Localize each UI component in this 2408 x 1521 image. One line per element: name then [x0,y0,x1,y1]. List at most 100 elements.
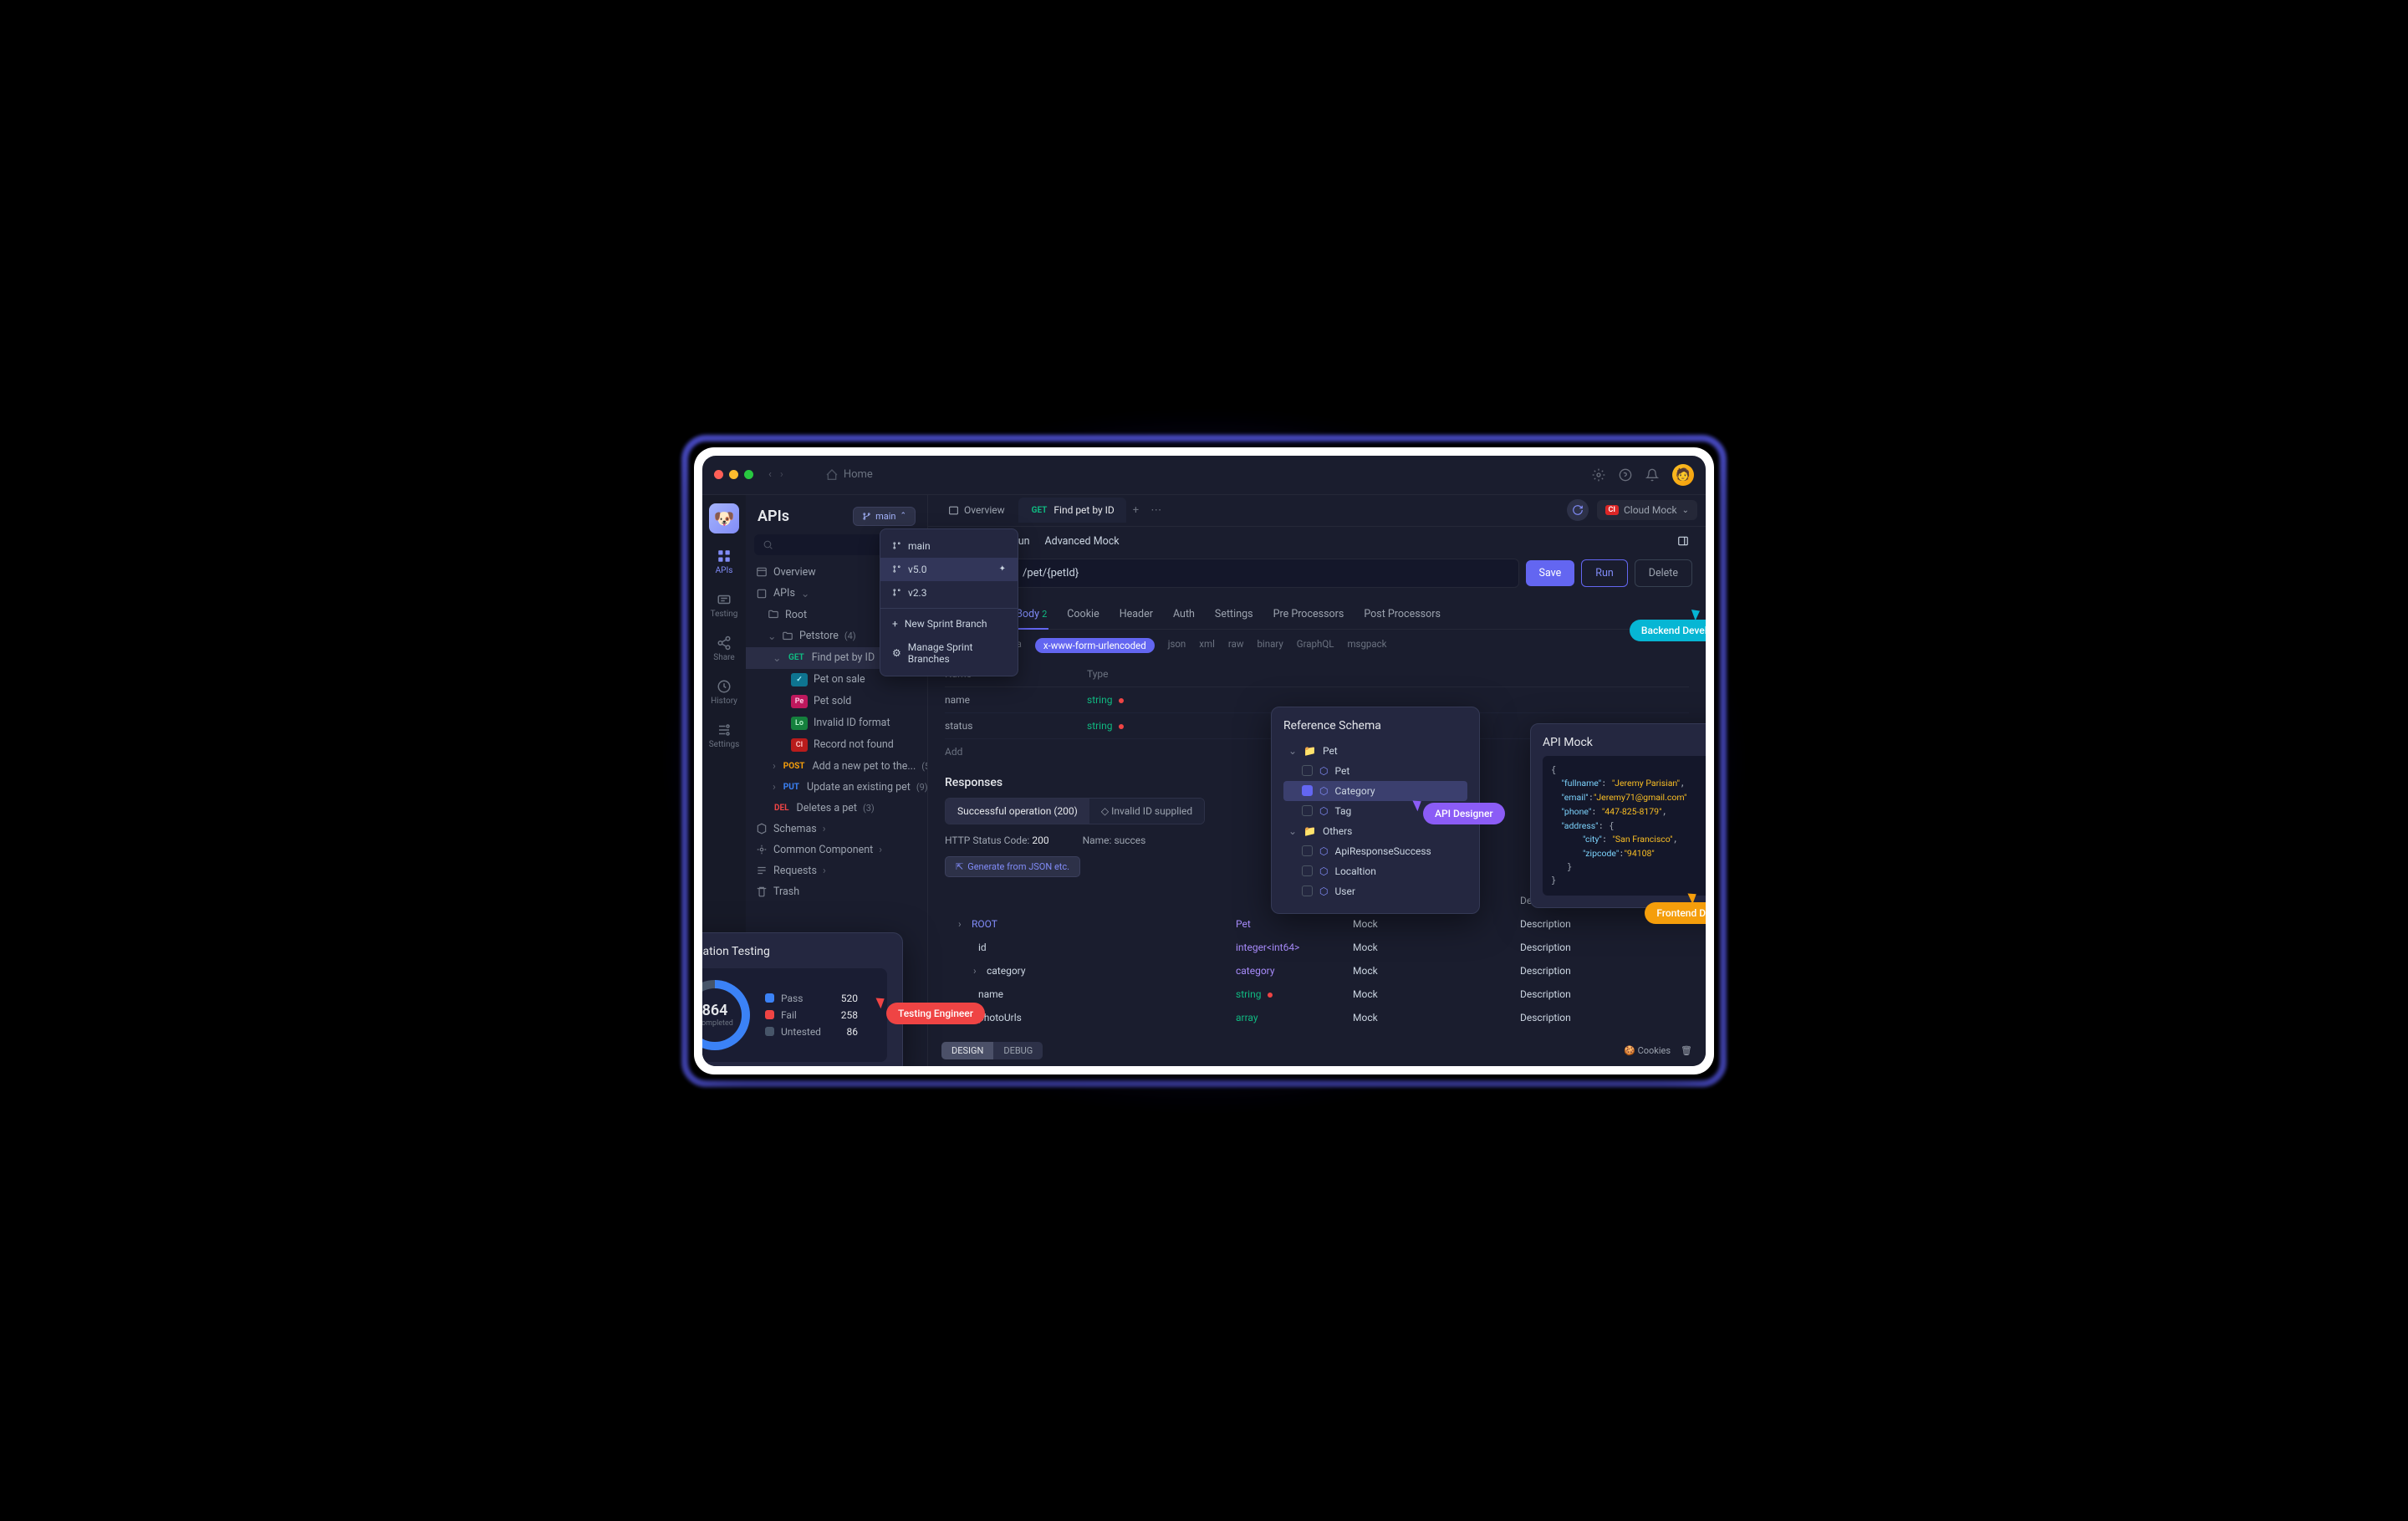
cube-icon: ⬡ [1319,886,1328,897]
req-tab-post[interactable]: Post Processors [1362,600,1442,629]
branch-manage[interactable]: ⚙Manage Sprint Branches [880,635,1018,671]
mode-toggle[interactable]: DESIGNDEBUG [941,1042,1043,1059]
ref-category[interactable]: ⬡Category [1283,781,1467,801]
role-backend: Backend Developer [1630,620,1706,641]
url-input[interactable]: /pet/{petId} [1012,559,1519,588]
tree-add-pet[interactable]: ›POSTAdd a new pet to the...(5) [746,756,927,777]
tab-more[interactable]: ⋯ [1145,499,1166,522]
tab-current[interactable]: GETFind pet by ID [1018,498,1126,523]
folder-icon [768,609,779,620]
required-dot [1119,724,1124,729]
col-type: Type [1087,668,1187,680]
resp-tab-success[interactable]: Successful operation (200) [946,799,1089,824]
rail-apis[interactable]: APIs [704,542,744,582]
folder-icon: 📁 [1303,745,1316,757]
role-frontend: Frontend Developer [1645,902,1706,924]
branch-icon [862,512,871,521]
trash-icon[interactable]: 🗑 [1681,1045,1692,1056]
branch-main[interactable]: main [880,534,1018,558]
delete-button[interactable]: Delete [1635,559,1692,587]
branch-icon [892,541,901,550]
legend-fail: Fail258 [765,1007,858,1023]
cube-icon: ⬡ [1319,765,1328,777]
trash-icon [756,886,768,897]
cookies-link[interactable]: 🍪 Cookies [1624,1045,1671,1056]
rail-share[interactable]: Share [704,629,744,669]
tree-not-found[interactable]: CIRecord not found [746,734,927,756]
sync-icon[interactable] [1567,499,1589,521]
bt-urlencoded[interactable]: x-www-form-urlencoded [1035,638,1155,653]
bt-msgpack[interactable]: msgpack [1347,638,1386,653]
branch-v23[interactable]: v2.3 [880,581,1018,605]
schema-row[interactable]: photoUrlsarrayMockDescription [945,1006,1689,1029]
schema-row[interactable]: idinteger<int64>MockDescription [945,936,1689,959]
req-tab-settings[interactable]: Settings [1213,600,1255,629]
req-tab-cookie[interactable]: Cookie [1065,600,1100,629]
bell-icon[interactable] [1645,468,1659,482]
branch-menu: main v5.0✦ v2.3 +New Sprint Branch ⚙Mana… [880,528,1018,676]
nav-back-icon[interactable]: ‹ [768,468,772,481]
home-icon [825,468,839,482]
tree-requests[interactable]: Requests› [746,860,927,881]
workspace-logo[interactable]: 🐶 [709,503,739,533]
nav-fwd-icon[interactable]: › [780,468,783,481]
rail-testing[interactable]: Testing [704,585,744,625]
branch-new[interactable]: +New Sprint Branch [880,612,1018,635]
panel-toggle-icon[interactable] [1677,535,1689,550]
branch-selector[interactable]: main ⌃ [853,507,916,526]
help-icon[interactable] [1619,468,1632,482]
chevron-up-icon: ⌃ [900,512,906,520]
ref-group-pet[interactable]: ⌄📁Pet [1283,741,1467,761]
tab-overview[interactable]: Overview [936,498,1017,523]
rail-history[interactable]: History [704,672,744,712]
rail-settings[interactable]: Settings [704,716,744,756]
tab-add[interactable]: + [1128,499,1144,522]
branch-v5[interactable]: v5.0✦ [880,558,1018,581]
req-tab-pre[interactable]: Pre Processors [1272,600,1346,629]
role-api-designer: API Designer [1423,803,1505,824]
schema-row[interactable]: ›categorycategoryMockDescription [945,959,1689,983]
tree-delete-pet[interactable]: DELDeletes a pet(3) [746,798,927,819]
tree-common[interactable]: Common Component› [746,840,927,860]
ref-user[interactable]: ⬡User [1283,881,1467,901]
traffic-lights[interactable] [714,470,753,479]
subnav-advmock[interactable]: Advanced Mock [1045,535,1120,550]
tree-pet-sold[interactable]: PePet sold [746,691,927,712]
branch-icon [892,588,901,597]
req-tab-auth[interactable]: Auth [1171,600,1196,629]
legend-pass: Pass520 [765,990,858,1007]
bt-binary[interactable]: binary [1257,638,1283,653]
legend-untested: Untested86 [765,1023,858,1040]
tree-invalid-id[interactable]: LoInvalid ID format [746,712,927,734]
ref-pet[interactable]: ⬡Pet [1283,761,1467,781]
bt-graphql[interactable]: GraphQL [1297,638,1334,653]
run-button[interactable]: Run [1581,559,1628,587]
req-tab-body[interactable]: Body 2 [1014,600,1048,629]
resp-tab-invalid[interactable]: ◇ Invalid ID supplied [1089,799,1204,824]
tree-schemas[interactable]: Schemas› [746,819,927,840]
tree-trash[interactable]: Trash [746,881,927,902]
save-button[interactable]: Save [1526,560,1575,586]
mock-code: { "fullname": "Jeremy Parisian", "email"… [1543,756,1706,896]
bt-raw[interactable]: raw [1228,638,1244,653]
chevron-down-icon: ⌄ [801,587,809,600]
branch-icon [892,564,901,574]
cursor-icon: ✦ [999,564,1006,574]
breadcrumb-home[interactable]: Home [825,468,873,482]
search-icon [763,539,773,550]
schema-row[interactable]: ›ROOTPetMockDescription [945,912,1689,936]
bt-json[interactable]: json [1168,638,1186,653]
bt-xml[interactable]: xml [1199,638,1215,653]
plus-icon: + [892,618,898,630]
req-tab-header[interactable]: Header [1118,600,1155,629]
cube-icon: ⬡ [1319,785,1328,797]
ref-location[interactable]: ⬡Localtion [1283,861,1467,881]
avatar[interactable]: 🧑 [1672,464,1694,486]
generate-button[interactable]: ⇱Generate from JSON etc. [945,856,1080,877]
tree-update-pet[interactable]: ›PUTUpdate an existing pet(9) [746,777,927,798]
env-selector[interactable]: CICloud Mock⌄ [1597,500,1698,520]
schema-row[interactable]: namestringMockDescription [945,983,1689,1006]
ref-apiresp[interactable]: ⬡ApiResponseSuccess [1283,841,1467,861]
gear-icon[interactable] [1592,468,1605,482]
folder-icon [782,630,793,642]
